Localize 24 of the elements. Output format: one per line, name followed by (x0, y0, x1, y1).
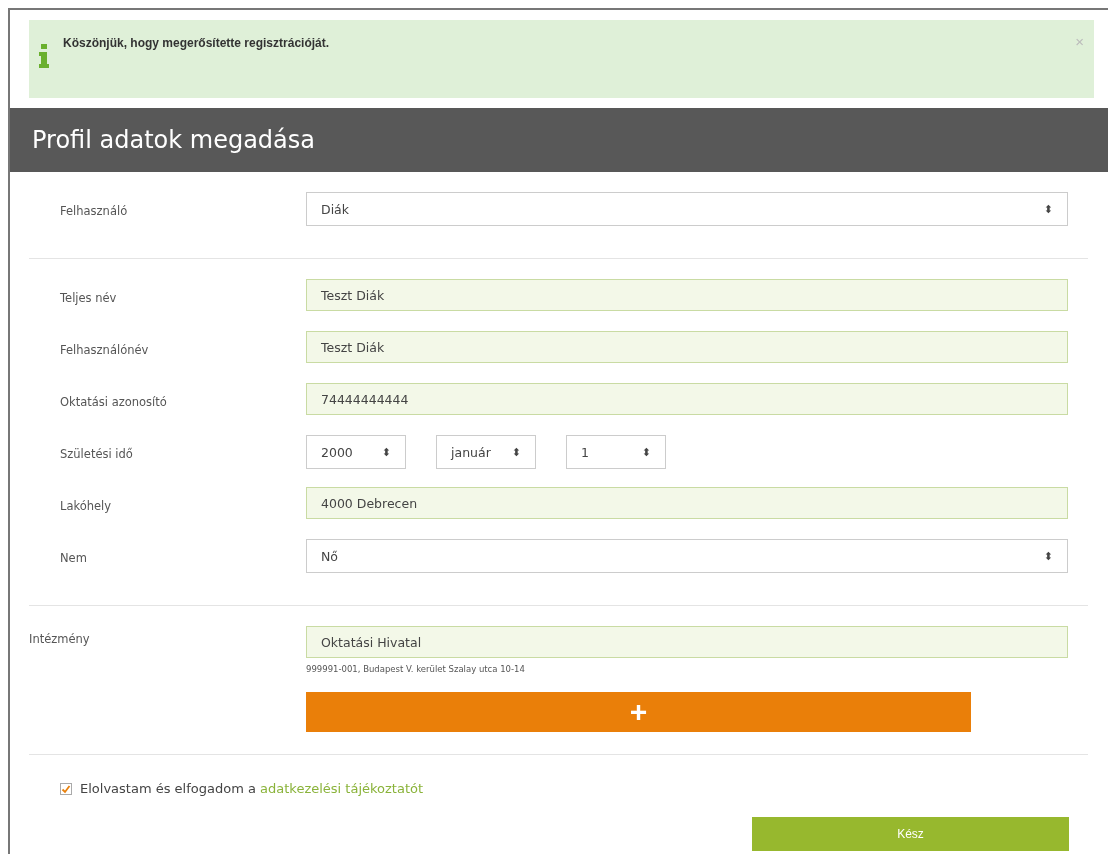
info-icon (39, 44, 49, 68)
field-label: Nem (59, 550, 88, 565)
select-field[interactable]: január ⬍ (436, 435, 536, 469)
alert-message: Köszönjük, hogy megerősítette regisztrációját. (63, 36, 331, 50)
page-title: Profil adatok megadása (32, 126, 315, 154)
input-field[interactable]: 74444444444 (306, 383, 1068, 415)
checkbox[interactable] (60, 782, 72, 795)
input-field[interactable]: Teszt Diák (306, 331, 1068, 363)
select-field[interactable]: Diák ⬍ (306, 192, 1068, 226)
consent-text: Elolvastam és elfogadom a adatkezelési tájékoztatót (80, 781, 424, 796)
select-field[interactable]: 2000 ⬍ (306, 435, 406, 469)
field-label: Intézmény (29, 631, 91, 646)
input-field[interactable]: Teszt Diák (306, 279, 1068, 311)
select-field[interactable]: 1 ⬍ (566, 435, 666, 469)
field-label: Felhasználó (59, 203, 129, 218)
field-label: Oktatási azonosító (59, 394, 168, 409)
field-label: Teljes név (59, 290, 118, 305)
field-label: Felhasználónév (59, 342, 150, 357)
address-note: 999991-001, Budapest V. kerület Szalay utca 10-14 (306, 664, 526, 674)
select-field[interactable]: Nő ⬍ (306, 539, 1068, 573)
field-label: Lakóhely (59, 498, 113, 513)
input-field[interactable]: 4000 Debrecen (306, 487, 1068, 519)
field-label: Születési idő (59, 446, 134, 461)
input-field[interactable]: Oktatási Hivatal (306, 626, 1068, 658)
